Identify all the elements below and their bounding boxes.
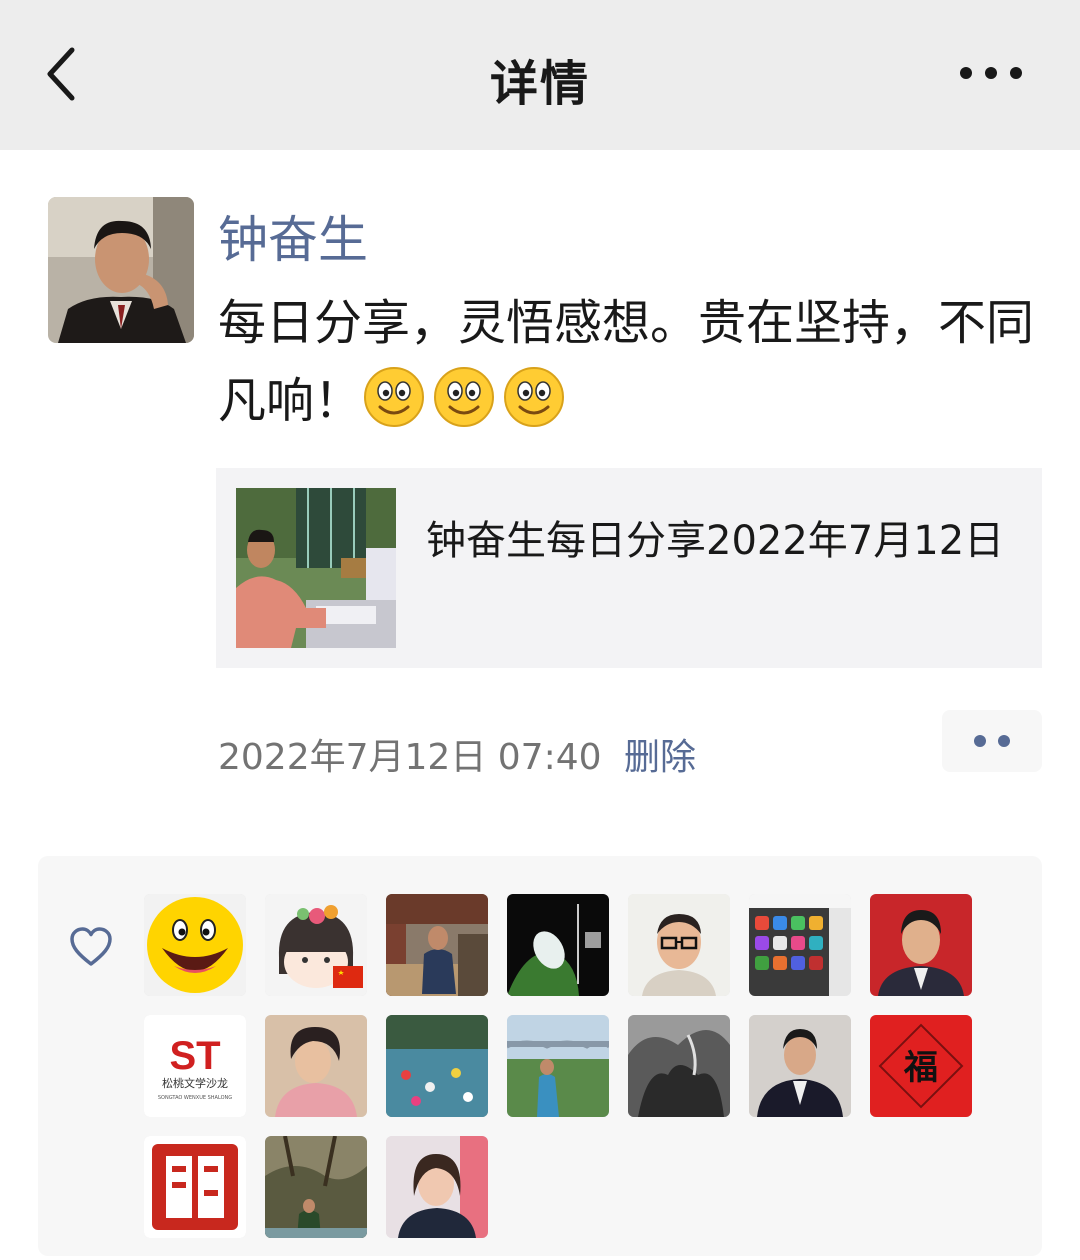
- liker-avatar[interactable]: [265, 1015, 367, 1117]
- liker-avatar[interactable]: [265, 894, 367, 996]
- liker-avatar[interactable]: [628, 1015, 730, 1117]
- emoji-row: [362, 367, 572, 429]
- smile-emoji-icon: [364, 367, 425, 427]
- post-timestamp: 2022年7月12日 07:40: [218, 737, 602, 778]
- more-options-button[interactable]: [958, 62, 1024, 84]
- smile-emoji-icon: [504, 367, 565, 427]
- top-bar: 详情: [0, 0, 1080, 150]
- link-title: 钟奋生每日分享2022年7月12日: [426, 518, 1005, 564]
- link-thumbnail: [236, 488, 396, 648]
- liker-avatar[interactable]: [265, 1136, 367, 1238]
- liker-avatar[interactable]: ST 松桃文学沙龙 SONGTAO WENXUE SHALONG: [144, 1015, 246, 1117]
- delete-button[interactable]: 删除: [624, 728, 696, 780]
- liker-avatar[interactable]: [507, 1015, 609, 1117]
- two-dots-icon: [974, 735, 1010, 747]
- fu-text: 福: [903, 1048, 938, 1088]
- like-comment-menu-button[interactable]: [942, 710, 1042, 772]
- page-title: 详情: [489, 56, 590, 112]
- liker-avatar[interactable]: [870, 894, 972, 996]
- author-name[interactable]: 钟奋生: [218, 200, 368, 272]
- liker-avatar[interactable]: [628, 894, 730, 996]
- st-sub-text: SONGTAO WENXUE SHALONG: [158, 1095, 232, 1101]
- smile-emoji-icon: [434, 367, 495, 427]
- liker-avatar[interactable]: [144, 894, 246, 996]
- likes-panel: ST 松桃文学沙龙 SONGTAO WENXUE SHALONG 福: [38, 856, 1042, 1256]
- author-avatar[interactable]: [48, 197, 194, 343]
- more-dots-icon: [960, 67, 1022, 79]
- post-text: 每日分享，灵悟感想。贵在坚持，不同凡响！: [218, 295, 1035, 429]
- liker-avatar[interactable]: [386, 1136, 488, 1238]
- liker-avatar[interactable]: [507, 894, 609, 996]
- liker-avatar[interactable]: [386, 894, 488, 996]
- liker-avatar[interactable]: [144, 1136, 246, 1238]
- st-logo-text: ST: [169, 1034, 220, 1078]
- liker-avatar[interactable]: 福: [870, 1015, 972, 1117]
- heart-icon: [68, 926, 114, 968]
- liker-avatar[interactable]: [749, 1015, 851, 1117]
- post-content: 每日分享，灵悟感想。贵在坚持，不同凡响！: [218, 284, 1048, 440]
- liker-avatar[interactable]: [386, 1015, 488, 1117]
- shared-link-card[interactable]: 钟奋生每日分享2022年7月12日: [216, 468, 1042, 668]
- st-name-text: 松桃文学沙龙: [162, 1076, 228, 1090]
- liker-avatar[interactable]: [749, 894, 851, 996]
